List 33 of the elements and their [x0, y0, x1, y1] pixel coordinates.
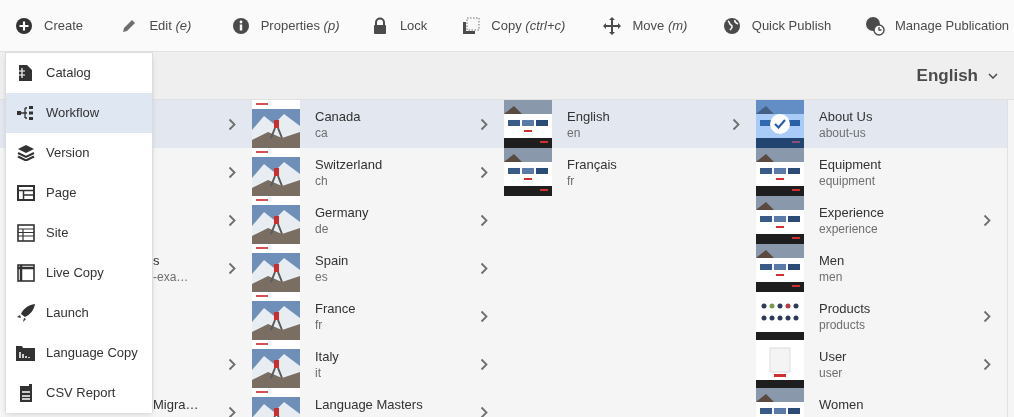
item-subtitle: products	[819, 317, 867, 333]
item-title: Women	[819, 397, 865, 413]
item-title: Français	[567, 157, 618, 173]
item-title: Products	[819, 301, 872, 317]
item-subtitle: en	[567, 125, 582, 141]
item-subtitle: fr	[315, 317, 324, 333]
item-subtitle: de	[315, 221, 330, 237]
item-title: Equipment	[819, 157, 883, 173]
item-title: Canada	[315, 109, 362, 125]
item-subtitle: equipment	[819, 173, 877, 189]
item-title: Germany	[315, 205, 370, 221]
item-title: Men	[819, 253, 846, 269]
item-subtitle: ca	[315, 125, 329, 141]
item-subtitle: about-us	[819, 125, 867, 141]
item-subtitle: fr	[567, 173, 576, 189]
item-subtitle: ch	[315, 173, 329, 189]
item-subtitle: men	[819, 269, 844, 285]
item-subtitle: user	[819, 365, 844, 381]
item-title: English	[567, 109, 611, 125]
item-subtitle: ‑exa…	[153, 269, 190, 285]
item-title: Experience	[819, 205, 886, 221]
item-title: Migra…	[153, 397, 200, 413]
item-title: Language Masters	[315, 397, 424, 413]
item-title: France	[315, 301, 357, 317]
item-title: About Us	[819, 109, 874, 125]
item-subtitle: it	[315, 365, 322, 381]
item-title: Switzerland	[315, 157, 384, 173]
item-subtitle: es	[315, 269, 329, 285]
item-title: User	[819, 349, 848, 365]
item-subtitle: experience	[819, 221, 879, 237]
item-title: Spain	[315, 253, 350, 269]
item-title: Italy	[315, 349, 340, 365]
item-title: s	[153, 253, 161, 269]
